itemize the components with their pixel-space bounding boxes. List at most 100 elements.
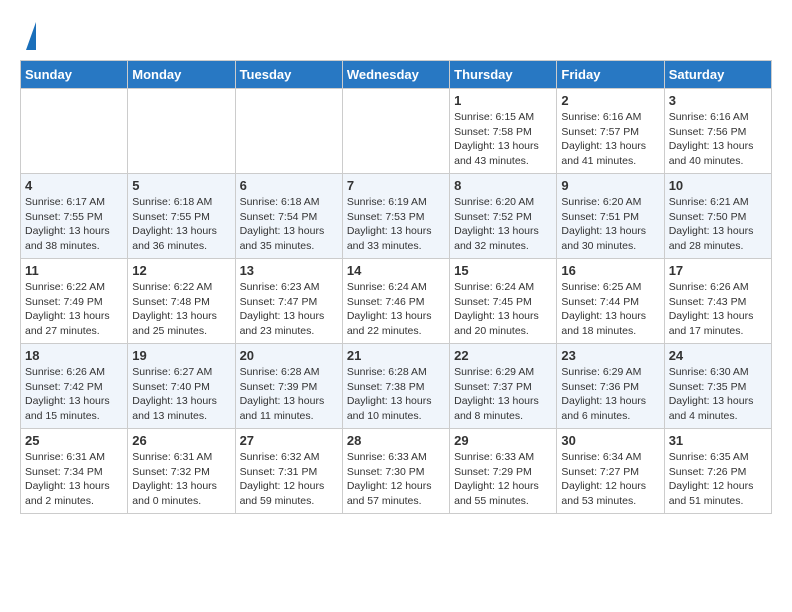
weekday-header: Thursday <box>450 61 557 89</box>
day-number: 13 <box>240 263 338 278</box>
calendar-week-row: 1 Sunrise: 6:15 AM Sunset: 7:58 PM Daylig… <box>21 89 772 174</box>
calendar-cell: 30 Sunrise: 6:34 AM Sunset: 7:27 PM Dayli… <box>557 429 664 514</box>
day-info: Sunrise: 6:22 AM Sunset: 7:49 PM Dayligh… <box>25 280 123 339</box>
day-number: 26 <box>132 433 230 448</box>
calendar-cell: 17 Sunrise: 6:26 AM Sunset: 7:43 PM Dayli… <box>664 259 771 344</box>
day-info: Sunrise: 6:20 AM Sunset: 7:52 PM Dayligh… <box>454 195 552 254</box>
day-number: 9 <box>561 178 659 193</box>
calendar-cell: 8 Sunrise: 6:20 AM Sunset: 7:52 PM Daylig… <box>450 174 557 259</box>
calendar-cell: 22 Sunrise: 6:29 AM Sunset: 7:37 PM Dayli… <box>450 344 557 429</box>
day-number: 12 <box>132 263 230 278</box>
day-info: Sunrise: 6:16 AM Sunset: 7:56 PM Dayligh… <box>669 110 767 169</box>
calendar-cell: 11 Sunrise: 6:22 AM Sunset: 7:49 PM Dayli… <box>21 259 128 344</box>
day-number: 17 <box>669 263 767 278</box>
calendar-cell: 31Sunrise: 6:35 AM Sunset: 7:26 PM Dayli… <box>664 429 771 514</box>
weekday-header: Sunday <box>21 61 128 89</box>
day-info: Sunrise: 6:28 AM Sunset: 7:39 PM Dayligh… <box>240 365 338 424</box>
day-info: Sunrise: 6:17 AM Sunset: 7:55 PM Dayligh… <box>25 195 123 254</box>
calendar-cell: 26Sunrise: 6:31 AM Sunset: 7:32 PM Dayli… <box>128 429 235 514</box>
day-number: 23 <box>561 348 659 363</box>
calendar-cell: 21 Sunrise: 6:28 AM Sunset: 7:38 PM Dayli… <box>342 344 449 429</box>
calendar-cell: 23 Sunrise: 6:29 AM Sunset: 7:36 PM Dayli… <box>557 344 664 429</box>
calendar-cell: 18 Sunrise: 6:26 AM Sunset: 7:42 PM Dayli… <box>21 344 128 429</box>
day-number: 11 <box>25 263 123 278</box>
calendar-week-row: 25 Sunrise: 6:31 AM Sunset: 7:34 PM Dayli… <box>21 429 772 514</box>
day-info: Sunrise: 6:29 AM Sunset: 7:37 PM Dayligh… <box>454 365 552 424</box>
day-info: Sunrise: 6:24 AM Sunset: 7:46 PM Dayligh… <box>347 280 445 339</box>
page-header <box>20 20 772 50</box>
day-number: 8 <box>454 178 552 193</box>
day-number: 28 <box>347 433 445 448</box>
weekday-header: Friday <box>557 61 664 89</box>
day-info: Sunrise: 6:23 AM Sunset: 7:47 PM Dayligh… <box>240 280 338 339</box>
calendar-cell <box>342 89 449 174</box>
day-info: Sunrise: 6:25 AM Sunset: 7:44 PM Dayligh… <box>561 280 659 339</box>
calendar-cell: 14Sunrise: 6:24 AM Sunset: 7:46 PM Dayli… <box>342 259 449 344</box>
calendar-week-row: 18 Sunrise: 6:26 AM Sunset: 7:42 PM Dayli… <box>21 344 772 429</box>
calendar-cell: 19 Sunrise: 6:27 AM Sunset: 7:40 PM Dayli… <box>128 344 235 429</box>
day-info: Sunrise: 6:31 AM Sunset: 7:34 PM Dayligh… <box>25 450 123 509</box>
calendar-cell: 9 Sunrise: 6:20 AM Sunset: 7:51 PM Daylig… <box>557 174 664 259</box>
day-info: Sunrise: 6:27 AM Sunset: 7:40 PM Dayligh… <box>132 365 230 424</box>
day-number: 30 <box>561 433 659 448</box>
calendar-cell: 16 Sunrise: 6:25 AM Sunset: 7:44 PM Dayli… <box>557 259 664 344</box>
day-number: 21 <box>347 348 445 363</box>
day-number: 3 <box>669 93 767 108</box>
calendar-cell <box>235 89 342 174</box>
day-number: 20 <box>240 348 338 363</box>
day-info: Sunrise: 6:30 AM Sunset: 7:35 PM Dayligh… <box>669 365 767 424</box>
day-number: 10 <box>669 178 767 193</box>
calendar-cell: 13 Sunrise: 6:23 AM Sunset: 7:47 PM Dayli… <box>235 259 342 344</box>
day-number: 5 <box>132 178 230 193</box>
day-info: Sunrise: 6:21 AM Sunset: 7:50 PM Dayligh… <box>669 195 767 254</box>
day-info: Sunrise: 6:15 AM Sunset: 7:58 PM Dayligh… <box>454 110 552 169</box>
day-info: Sunrise: 6:26 AM Sunset: 7:42 PM Dayligh… <box>25 365 123 424</box>
day-number: 18 <box>25 348 123 363</box>
day-number: 24 <box>669 348 767 363</box>
calendar-cell: 2Sunrise: 6:16 AM Sunset: 7:57 PM Daylig… <box>557 89 664 174</box>
day-info: Sunrise: 6:34 AM Sunset: 7:27 PM Dayligh… <box>561 450 659 509</box>
day-number: 1 <box>454 93 552 108</box>
calendar-cell: 3 Sunrise: 6:16 AM Sunset: 7:56 PM Daylig… <box>664 89 771 174</box>
calendar-cell: 24 Sunrise: 6:30 AM Sunset: 7:35 PM Dayli… <box>664 344 771 429</box>
weekday-header: Tuesday <box>235 61 342 89</box>
calendar-cell: 10 Sunrise: 6:21 AM Sunset: 7:50 PM Dayli… <box>664 174 771 259</box>
calendar-cell: 15 Sunrise: 6:24 AM Sunset: 7:45 PM Dayli… <box>450 259 557 344</box>
day-number: 29 <box>454 433 552 448</box>
day-number: 16 <box>561 263 659 278</box>
day-number: 25 <box>25 433 123 448</box>
calendar-cell: 1 Sunrise: 6:15 AM Sunset: 7:58 PM Daylig… <box>450 89 557 174</box>
day-info: Sunrise: 6:26 AM Sunset: 7:43 PM Dayligh… <box>669 280 767 339</box>
calendar-header-row: SundayMondayTuesdayWednesdayThursdayFrid… <box>21 61 772 89</box>
day-info: Sunrise: 6:29 AM Sunset: 7:36 PM Dayligh… <box>561 365 659 424</box>
calendar-cell: 29 Sunrise: 6:33 AM Sunset: 7:29 PM Dayli… <box>450 429 557 514</box>
day-info: Sunrise: 6:35 AM Sunset: 7:26 PM Dayligh… <box>669 450 767 509</box>
calendar-cell: 28 Sunrise: 6:33 AM Sunset: 7:30 PM Dayli… <box>342 429 449 514</box>
day-number: 19 <box>132 348 230 363</box>
calendar-week-row: 4 Sunrise: 6:17 AM Sunset: 7:55 PM Daylig… <box>21 174 772 259</box>
day-info: Sunrise: 6:33 AM Sunset: 7:29 PM Dayligh… <box>454 450 552 509</box>
day-number: 22 <box>454 348 552 363</box>
day-info: Sunrise: 6:18 AM Sunset: 7:55 PM Dayligh… <box>132 195 230 254</box>
day-info: Sunrise: 6:28 AM Sunset: 7:38 PM Dayligh… <box>347 365 445 424</box>
calendar-cell: 12 Sunrise: 6:22 AM Sunset: 7:48 PM Dayli… <box>128 259 235 344</box>
logo <box>20 20 36 50</box>
day-info: Sunrise: 6:18 AM Sunset: 7:54 PM Dayligh… <box>240 195 338 254</box>
day-info: Sunrise: 6:32 AM Sunset: 7:31 PM Dayligh… <box>240 450 338 509</box>
day-number: 2 <box>561 93 659 108</box>
calendar-cell: 25 Sunrise: 6:31 AM Sunset: 7:34 PM Dayli… <box>21 429 128 514</box>
day-info: Sunrise: 6:22 AM Sunset: 7:48 PM Dayligh… <box>132 280 230 339</box>
calendar-cell: 6 Sunrise: 6:18 AM Sunset: 7:54 PM Daylig… <box>235 174 342 259</box>
weekday-header: Saturday <box>664 61 771 89</box>
day-number: 4 <box>25 178 123 193</box>
weekday-header: Wednesday <box>342 61 449 89</box>
day-info: Sunrise: 6:33 AM Sunset: 7:30 PM Dayligh… <box>347 450 445 509</box>
day-number: 15 <box>454 263 552 278</box>
day-info: Sunrise: 6:24 AM Sunset: 7:45 PM Dayligh… <box>454 280 552 339</box>
logo-triangle-icon <box>26 22 36 50</box>
day-number: 6 <box>240 178 338 193</box>
weekday-header: Monday <box>128 61 235 89</box>
calendar-cell: 7Sunrise: 6:19 AM Sunset: 7:53 PM Daylig… <box>342 174 449 259</box>
calendar-cell: 27Sunrise: 6:32 AM Sunset: 7:31 PM Dayli… <box>235 429 342 514</box>
day-info: Sunrise: 6:20 AM Sunset: 7:51 PM Dayligh… <box>561 195 659 254</box>
